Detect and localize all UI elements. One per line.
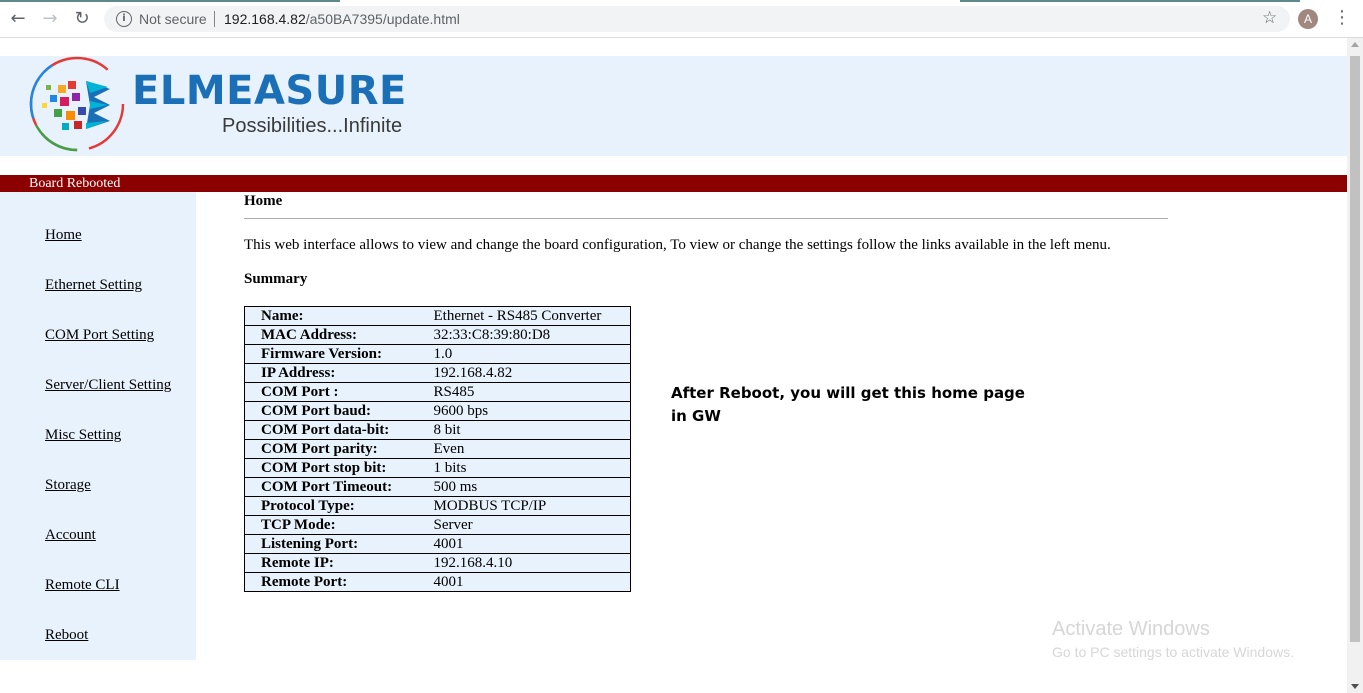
- summary-key: COM Port baud:: [244, 401, 417, 421]
- summary-value: 192.168.4.82: [416, 363, 631, 383]
- summary-key: MAC Address:: [244, 325, 417, 345]
- bookmark-star-icon[interactable]: ☆: [1262, 8, 1277, 28]
- summary-value: 8 bit: [416, 420, 631, 440]
- summary-value: Ethernet - RS485 Converter: [416, 306, 631, 326]
- logo-mark-icon: [29, 56, 125, 152]
- sidebar-item-account[interactable]: Account: [45, 527, 96, 544]
- sidebar-item-home[interactable]: Home: [45, 227, 82, 244]
- table-row: COM Port baud: 9600 bps: [244, 401, 631, 421]
- summary-key: COM Port stop bit:: [244, 458, 417, 478]
- tab-strip-edge: [0, 0, 1363, 2]
- page-viewport: ELMEASURE Possibilities...Infinite Board…: [0, 38, 1347, 693]
- back-arrow-icon[interactable]: ←: [8, 9, 28, 29]
- table-row: COM Port stop bit: 1 bits: [244, 458, 631, 478]
- sidebar-item-storage[interactable]: Storage: [45, 477, 91, 494]
- sidebar-item-server-client-setting[interactable]: Server/Client Setting: [45, 377, 171, 394]
- table-row: Remote IP: 192.168.4.10: [244, 553, 631, 573]
- info-icon[interactable]: i: [116, 11, 132, 27]
- summary-value: RS485: [416, 382, 631, 402]
- table-row: COM Port parity: Even: [244, 439, 631, 459]
- summary-value: 9600 bps: [416, 401, 631, 421]
- table-row: MAC Address: 32:33:C8:39:80:D8: [244, 325, 631, 345]
- summary-value: 4001: [416, 534, 631, 554]
- page-scrollbar[interactable]: [1347, 38, 1363, 693]
- summary-value: Even: [416, 439, 631, 459]
- summary-value: 1.0: [416, 344, 631, 364]
- watermark-line2: Go to PC settings to activate Windows.: [1052, 644, 1294, 660]
- sidebar-item-misc-setting[interactable]: Misc Setting: [45, 427, 121, 444]
- summary-value: 4001: [416, 572, 631, 592]
- table-row: IP Address: 192.168.4.82: [244, 363, 631, 383]
- address-separator: [214, 11, 215, 27]
- table-row: COM Port Timeout: 500 ms: [244, 477, 631, 497]
- table-row: COM Port data-bit: 8 bit: [244, 420, 631, 440]
- sidebar-item-ethernet-setting[interactable]: Ethernet Setting: [45, 277, 142, 294]
- sidebar-item-reboot[interactable]: Reboot: [45, 627, 88, 644]
- summary-heading: Summary: [244, 271, 308, 287]
- watermark-line1: Activate Windows: [1052, 618, 1210, 640]
- brand-logo: ELMEASURE Possibilities...Infinite: [28, 55, 438, 155]
- sidebar-item-remote-cli[interactable]: Remote CLI: [45, 577, 120, 594]
- intro-text: This web interface allows to view and ch…: [244, 237, 1111, 253]
- title-divider: [244, 218, 1168, 219]
- scroll-thumb[interactable]: [1350, 56, 1360, 642]
- table-row: Listening Port: 4001: [244, 534, 631, 554]
- page-title: Home: [244, 193, 283, 209]
- summary-value: 32:33:C8:39:80:D8: [416, 325, 631, 345]
- summary-key: COM Port data-bit:: [244, 420, 417, 440]
- url-text[interactable]: 192.168.4.82/a50BA7395/update.html: [224, 11, 460, 27]
- url-host: 192.168.4.82: [224, 11, 306, 27]
- summary-key: Remote Port:: [244, 572, 417, 592]
- summary-value: 1 bits: [416, 458, 631, 478]
- table-row: COM Port : RS485: [244, 382, 631, 402]
- forward-arrow-icon[interactable]: →: [40, 9, 60, 29]
- url-path: /a50BA7395/update.html: [305, 11, 460, 27]
- status-text: Board Rebooted: [29, 176, 121, 191]
- summary-key: Listening Port:: [244, 534, 417, 554]
- browser-toolbar: ← → ↻ i Not secure 192.168.4.82/a50BA739…: [0, 0, 1363, 38]
- summary-key: COM Port :: [244, 382, 417, 402]
- summary-value: MODBUS TCP/IP: [416, 496, 631, 516]
- table-row: Name: Ethernet - RS485 Converter: [244, 306, 631, 326]
- summary-key: Firmware Version:: [244, 344, 417, 364]
- table-row: TCP Mode: Server: [244, 515, 631, 535]
- sidebar-nav: Home Ethernet Setting COM Port Setting S…: [0, 192, 196, 660]
- table-row: Remote Port: 4001: [244, 572, 631, 592]
- summary-key: COM Port Timeout:: [244, 477, 417, 497]
- avatar[interactable]: A: [1298, 9, 1318, 29]
- summary-value: Server: [416, 515, 631, 535]
- sidebar-item-com-port-setting[interactable]: COM Port Setting: [45, 327, 154, 344]
- summary-key: COM Port parity:: [244, 439, 417, 459]
- summary-value: 500 ms: [416, 477, 631, 497]
- scroll-down-icon[interactable]: [1351, 684, 1359, 689]
- annotation-callout: After Reboot, you will get this home pag…: [671, 384, 1025, 425]
- summary-key: Name:: [244, 306, 417, 326]
- brand-name: ELMEASURE: [132, 68, 407, 114]
- summary-key: Remote IP:: [244, 553, 417, 573]
- windows-activation-watermark: Activate Windows Go to PC settings to ac…: [1052, 618, 1294, 660]
- summary-table: Name: Ethernet - RS485 Converter MAC Addre…: [244, 306, 631, 592]
- scroll-up-icon[interactable]: [1351, 42, 1359, 47]
- summary-key: TCP Mode:: [244, 515, 417, 535]
- summary-key: Protocol Type:: [244, 496, 417, 516]
- security-label[interactable]: Not secure: [139, 11, 207, 27]
- summary-value: 192.168.4.10: [416, 553, 631, 573]
- table-row: Firmware Version: 1.0: [244, 344, 631, 364]
- more-menu-icon[interactable]: ⋮: [1333, 8, 1351, 28]
- reload-icon[interactable]: ↻: [72, 9, 92, 29]
- summary-key: IP Address:: [244, 363, 417, 383]
- table-row: Protocol Type: MODBUS TCP/IP: [244, 496, 631, 516]
- address-bar[interactable]: i Not secure 192.168.4.82/a50BA7395/upda…: [104, 6, 1290, 32]
- status-bar: Board Rebooted: [0, 175, 1347, 192]
- brand-tagline: Possibilities...Infinite: [222, 115, 403, 137]
